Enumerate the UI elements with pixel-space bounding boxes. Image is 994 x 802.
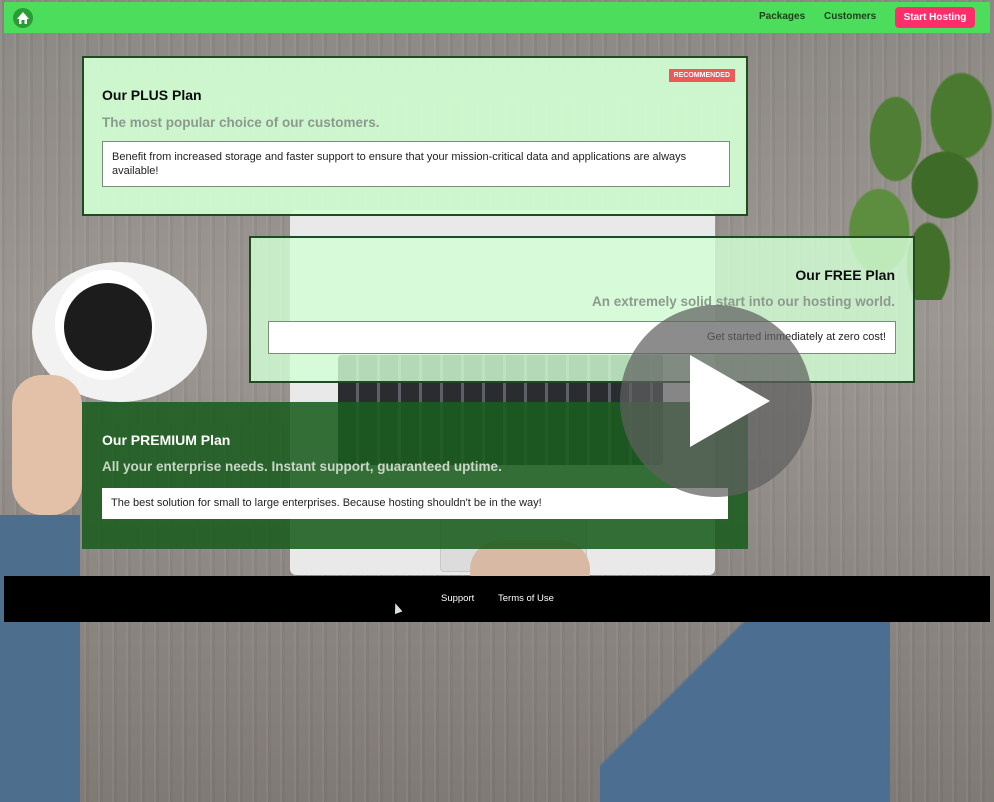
- premium-plan-subtitle: All your enterprise needs. Instant suppo…: [102, 459, 502, 474]
- main-navbar: Packages Customers Start Hosting: [4, 2, 990, 33]
- right-arm-shape: [600, 622, 890, 802]
- house-logo-icon[interactable]: [12, 7, 34, 29]
- premium-plan-description: The best solution for small to large ent…: [102, 488, 728, 519]
- plus-plan-title: Our PLUS Plan: [102, 87, 202, 103]
- plus-plan-subtitle: The most popular choice of our customers…: [102, 115, 380, 130]
- premium-plan-title: Our PREMIUM Plan: [102, 432, 231, 448]
- recommended-badge: RECOMMENDED: [668, 69, 735, 82]
- left-hand-shape: [12, 375, 82, 515]
- free-plan-description: Get started immediately at zero cost!: [268, 321, 896, 354]
- footer-support-link[interactable]: Support: [441, 593, 474, 604]
- start-hosting-button[interactable]: Start Hosting: [895, 7, 975, 28]
- footer-terms-link[interactable]: Terms of Use: [498, 593, 554, 604]
- page-footer: Support Terms of Use: [4, 576, 990, 622]
- video-play-button[interactable]: [620, 305, 812, 497]
- nav-packages-link[interactable]: Packages: [759, 11, 805, 22]
- left-arm-shape: [0, 515, 80, 802]
- free-plan-title: Our FREE Plan: [795, 267, 895, 283]
- coffee-shape: [64, 283, 152, 371]
- plus-plan-description: Benefit from increased storage and faste…: [102, 141, 730, 187]
- play-icon: [690, 355, 770, 447]
- plus-plan-card: RECOMMENDED Our PLUS Plan The most popul…: [82, 56, 748, 216]
- nav-customers-link[interactable]: Customers: [824, 11, 876, 22]
- free-plan-card: Our FREE Plan An extremely solid start i…: [249, 236, 915, 383]
- free-plan-subtitle: An extremely solid start into our hostin…: [591, 294, 895, 309]
